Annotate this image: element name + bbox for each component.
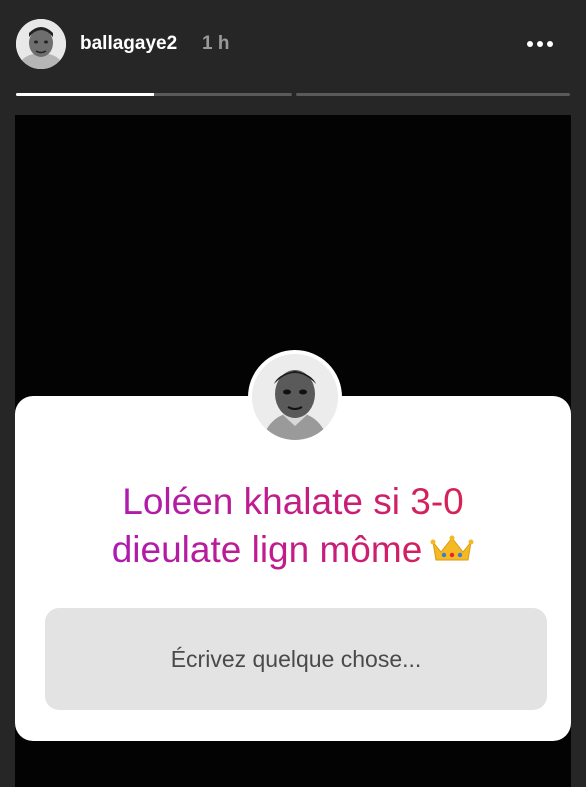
question-line-2-text: dieulate lign môme (111, 529, 423, 570)
profile-avatar[interactable] (16, 19, 66, 69)
progress-fill (16, 93, 154, 96)
post-time: 1 h (202, 33, 230, 54)
dot (527, 41, 533, 47)
avatar-image (252, 354, 338, 440)
answer-input[interactable]: Écrivez quelque chose... (45, 608, 547, 710)
crown-icon (430, 528, 474, 561)
progress-segment-2 (296, 93, 570, 96)
dot (537, 41, 543, 47)
dot (547, 41, 553, 47)
username[interactable]: ballagaye2 (80, 33, 177, 55)
progress-segment-1 (16, 93, 292, 96)
profile-avatar-image (16, 19, 66, 69)
question-avatar (248, 350, 342, 444)
more-options-icon[interactable] (520, 24, 560, 64)
question-line-2: dieulate lign môme (40, 526, 546, 574)
story-header: ballagaye2 1 h (0, 0, 586, 90)
question-line-1: Loléen khalate si 3-0 (122, 481, 464, 522)
answer-placeholder: Écrivez quelque chose... (170, 645, 422, 672)
question-text: Loléen khalate si 3-0 dieulate lign môme (40, 478, 546, 574)
